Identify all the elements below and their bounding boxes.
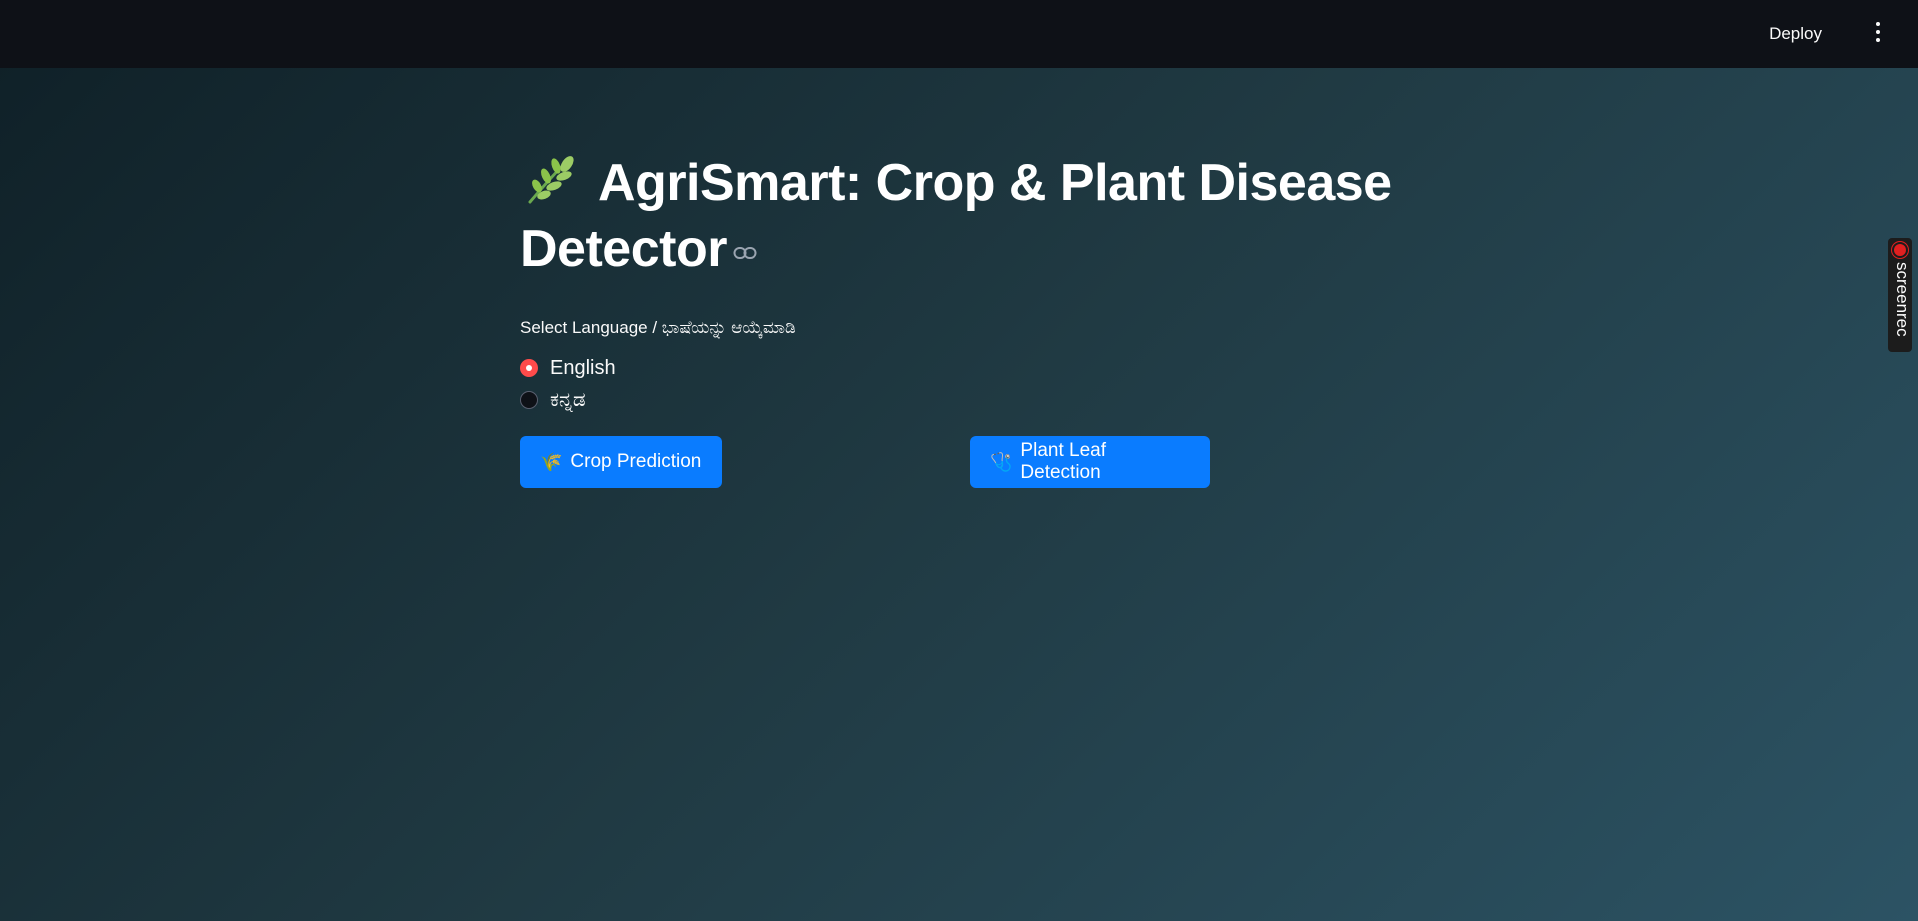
- language-option-kannada[interactable]: ಕನ್ನಡ: [520, 384, 1420, 416]
- wheat-icon: 🌾: [540, 451, 563, 472]
- record-dot-icon: [1894, 244, 1906, 256]
- language-option-label: English: [550, 356, 616, 379]
- kebab-menu-icon[interactable]: [1866, 18, 1890, 46]
- language-radio-group: English ಕನ್ನಡ: [520, 352, 1420, 416]
- language-option-english[interactable]: English: [520, 352, 1420, 384]
- screenrec-label: screenrec: [1893, 262, 1912, 337]
- plant-leaf-detection-button[interactable]: 🩺 Plant Leaf Detection: [970, 436, 1210, 488]
- screenrec-badge[interactable]: screenrec: [1888, 238, 1912, 352]
- crop-prediction-label: Crop Prediction: [570, 451, 702, 472]
- main-content: AgriSmart: Crop & Plant Disease Detector…: [520, 150, 1420, 488]
- page-title-text: AgriSmart: Crop & Plant Disease Detector: [520, 154, 1392, 278]
- radio-checked-icon[interactable]: [520, 359, 538, 377]
- top-header-bar: Deploy: [0, 0, 1918, 68]
- action-buttons: 🌾 Crop Prediction 🩺 Plant Leaf Detection: [520, 436, 1420, 488]
- language-option-label: ಕನ್ನಡ: [550, 388, 586, 411]
- page-title: AgriSmart: Crop & Plant Disease Detector: [520, 150, 1420, 282]
- language-select-label: Select Language / ಭಾಷೆಯನ್ನು ಆಯ್ಕೆಮಾಡಿ: [520, 318, 796, 337]
- radio-unchecked-icon[interactable]: [520, 391, 538, 409]
- stethoscope-icon: 🩺: [990, 451, 1013, 472]
- deploy-button[interactable]: Deploy: [1769, 20, 1822, 48]
- herb-leaf-icon: [528, 156, 574, 204]
- link-anchor-icon[interactable]: [733, 246, 757, 260]
- crop-prediction-button[interactable]: 🌾 Crop Prediction: [520, 436, 722, 488]
- plant-leaf-detection-label: Plant Leaf Detection: [1020, 440, 1106, 483]
